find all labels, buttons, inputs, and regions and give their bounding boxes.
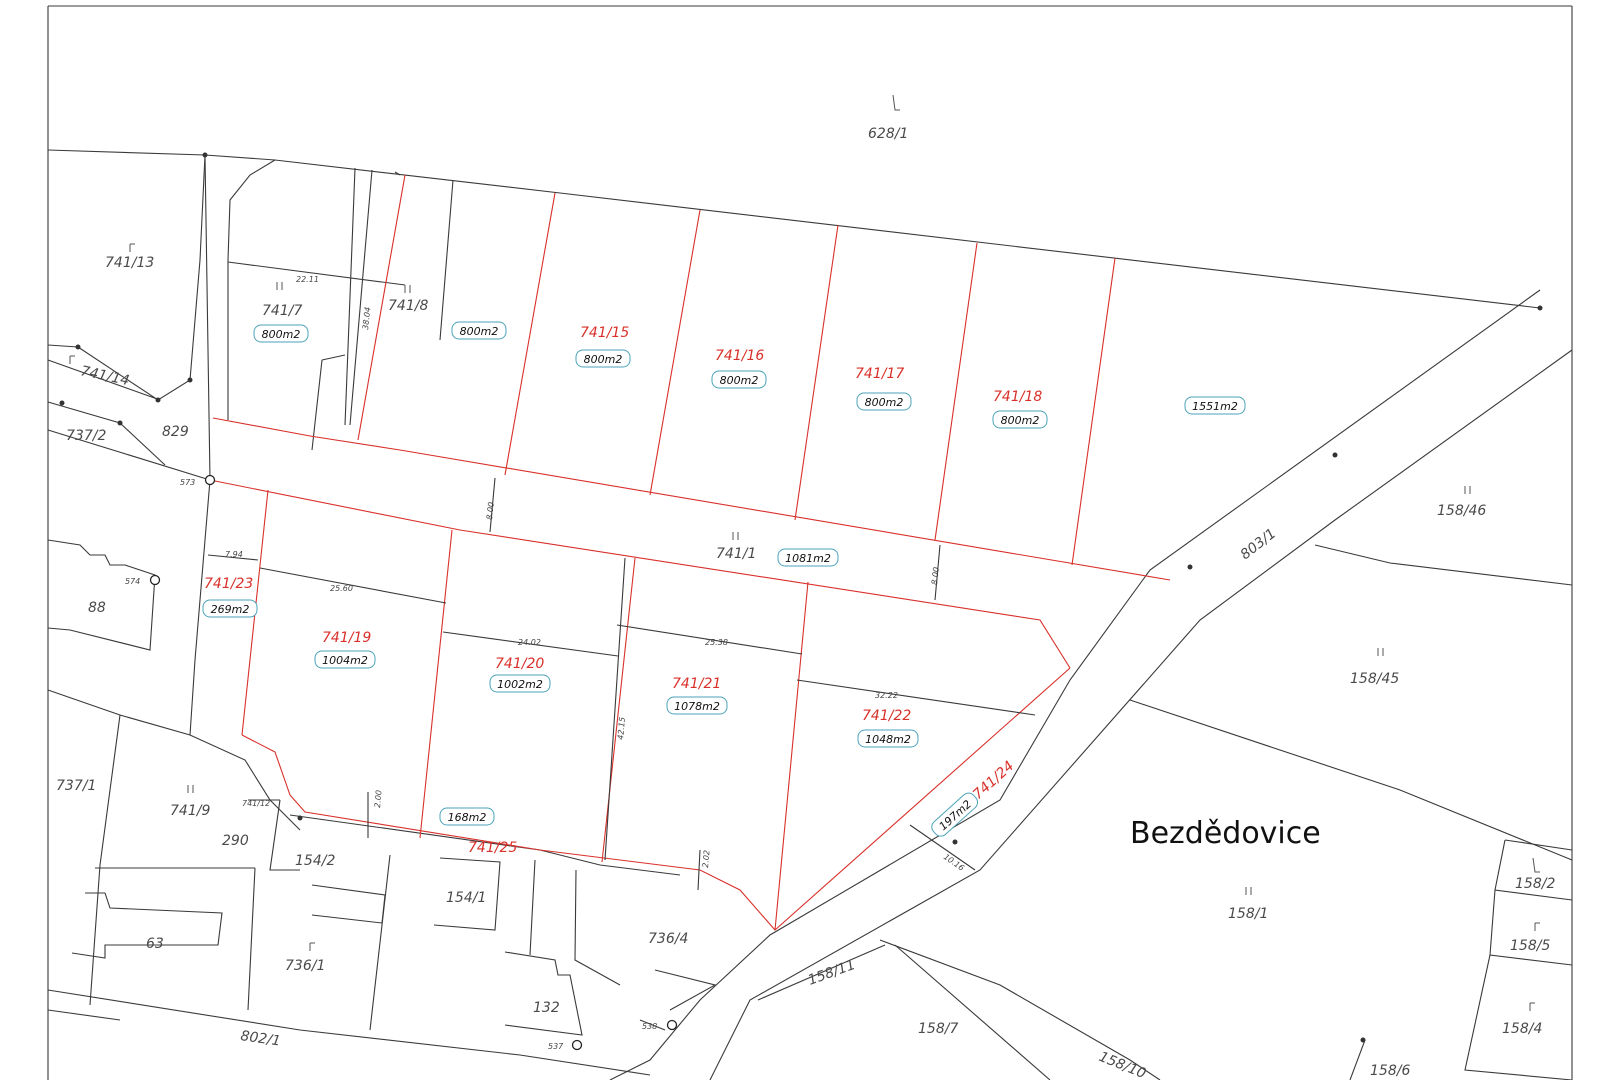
svg-text:800m2: 800m2 xyxy=(1001,414,1040,427)
svg-text:800m2: 800m2 xyxy=(584,353,623,366)
dimension-24-02: 24.02 xyxy=(518,638,541,647)
parcel-label-158-11: 158/11 xyxy=(806,957,858,989)
parcel-label-158-46: 158/46 xyxy=(1437,503,1486,519)
svg-text:1081m2: 1081m2 xyxy=(785,552,831,565)
parcel-label-158-1: 158/1 xyxy=(1228,906,1268,922)
map-frame xyxy=(47,5,1573,1080)
area-badge-741-7: 800m2 xyxy=(253,324,309,343)
dimension-2-02: 2.02 xyxy=(701,850,712,869)
point-label-537: 537 xyxy=(548,1042,564,1051)
parcel-label-829: 829 xyxy=(162,424,189,440)
parcel-label-736-1: 736/1 xyxy=(285,958,325,974)
svg-text:800m2: 800m2 xyxy=(262,328,301,341)
area-badge-741-20: 1002m2 xyxy=(489,674,551,693)
parcel-label-741-7: 741/7 xyxy=(262,303,302,319)
parcel-label-63: 63 xyxy=(146,936,164,952)
dimension-2-00: 2.00 xyxy=(373,790,384,809)
parcel-label-741-8: 741/8 xyxy=(388,298,428,314)
area-badge-741-16: 800m2 xyxy=(711,370,767,389)
parcel-label-158-10: 158/10 xyxy=(1097,1049,1149,1080)
parcel-label-154-1: 154/1 xyxy=(446,890,486,906)
parcel-label-736-4: 736/4 xyxy=(648,931,688,947)
svg-text:1048m2: 1048m2 xyxy=(865,733,911,746)
parcel-label-741-14: 741/14 xyxy=(79,363,131,389)
parcel-label-741-24: 741/24 xyxy=(970,758,1017,803)
survey-points xyxy=(149,474,678,1051)
parcel-label-741-17: 741/17 xyxy=(855,366,904,382)
area-badge-741-1: 1081m2 xyxy=(777,548,839,567)
parcel-label-132: 132 xyxy=(533,1000,560,1016)
area-badge-741-18: 800m2 xyxy=(992,410,1048,429)
area-badge-741-24: 197m2 xyxy=(931,792,979,837)
point-574-marker xyxy=(149,574,161,586)
parcel-label-154-2: 154/2 xyxy=(295,853,335,869)
parcel-label-802-1: 802/1 xyxy=(239,1028,281,1049)
parcel-label-158-2: 158/2 xyxy=(1515,876,1555,892)
parcel-label-88: 88 xyxy=(88,600,106,616)
area-badge-741-15: 800m2 xyxy=(575,349,631,368)
area-badge-741-21: 1078m2 xyxy=(666,696,728,715)
parcel-label-803-1: 803/1 xyxy=(1238,526,1280,563)
cadastral-map: 628/1 741/13 741/14 737/2 829 741/7 741/… xyxy=(47,5,1573,1080)
parcel-label-158-45: 158/45 xyxy=(1350,671,1399,687)
point-label-573: 573 xyxy=(180,478,195,487)
parcel-label-741-25: 741/25 xyxy=(468,840,517,856)
dimension-8-00-b: 8.00 xyxy=(930,567,941,586)
dimension-25-60: 25.60 xyxy=(330,584,353,593)
parcel-label-741-15: 741/15 xyxy=(580,325,629,341)
area-badge-741-19: 1004m2 xyxy=(314,650,376,669)
parcel-label-741-21: 741/21 xyxy=(672,676,721,692)
svg-text:800m2: 800m2 xyxy=(460,325,499,338)
area-badge-741-8: 800m2 xyxy=(451,321,507,340)
dimension-38-04: 38.04 xyxy=(361,306,372,330)
svg-text:1078m2: 1078m2 xyxy=(674,700,720,713)
parcel-label-158-5: 158/5 xyxy=(1510,938,1550,954)
dimension-22-11: 22.11 xyxy=(296,275,319,284)
area-labels: 800m2 800m2 800m2 800m2 800m2 800m2 1551… xyxy=(202,321,1246,837)
svg-text:269m2: 269m2 xyxy=(211,603,250,616)
svg-text:168m2: 168m2 xyxy=(448,811,487,824)
parcel-label-741-19: 741/19 xyxy=(322,630,371,646)
dimension-42-15: 42.15 xyxy=(616,717,627,741)
point-label-574: 574 xyxy=(125,577,140,586)
point-538-marker xyxy=(666,1019,678,1031)
parcel-label-737-1: 737/1 xyxy=(56,778,96,794)
parcel-label-628-1: 628/1 xyxy=(868,126,908,142)
dimension-lines xyxy=(207,169,1036,891)
point-label-538: 538 xyxy=(642,1022,657,1031)
area-badge-741-17: 800m2 xyxy=(856,392,912,411)
parcel-label-741-20: 741/20 xyxy=(495,656,544,672)
parcel-label-158-6: 158/6 xyxy=(1370,1063,1410,1079)
area-badge-east: 1551m2 xyxy=(1184,396,1246,415)
place-name: Bezdědovice xyxy=(1130,816,1321,851)
svg-text:800m2: 800m2 xyxy=(865,396,904,409)
dimension-8-00-a: 8.00 xyxy=(485,502,496,521)
parcel-label-290: 290 xyxy=(222,833,249,849)
parcel-label-741-18: 741/18 xyxy=(993,389,1042,405)
survey-point-labels: 573 574 537 538 xyxy=(125,478,657,1051)
dimension-32-22: 32.22 xyxy=(875,691,898,700)
point-537-marker xyxy=(571,1039,583,1051)
point-573-marker xyxy=(204,474,216,486)
parcel-label-158-4: 158/4 xyxy=(1502,1021,1542,1037)
parcel-label-741-9: 741/9 xyxy=(170,803,210,819)
proposed-boundaries xyxy=(209,174,1171,931)
parcel-label-741-23: 741/23 xyxy=(204,576,253,592)
svg-text:1004m2: 1004m2 xyxy=(322,654,368,667)
dimension-25-38: 25.38 xyxy=(705,638,728,647)
parcel-label-741-22: 741/22 xyxy=(862,708,911,724)
area-badge-741-22: 1048m2 xyxy=(857,729,919,748)
area-badge-741-23: 269m2 xyxy=(202,599,258,618)
area-badge-741-25: 168m2 xyxy=(439,807,495,826)
parcel-label-741-1: 741/1 xyxy=(716,546,756,562)
parcel-label-741-12: 741/12 xyxy=(242,799,270,808)
parcel-label-741-13: 741/13 xyxy=(105,255,154,271)
svg-text:1002m2: 1002m2 xyxy=(497,678,543,691)
parcel-label-158-7: 158/7 xyxy=(918,1021,958,1037)
svg-text:800m2: 800m2 xyxy=(720,374,759,387)
parcel-label-741-16: 741/16 xyxy=(715,348,764,364)
parcel-label-737-2: 737/2 xyxy=(66,428,106,444)
dimension-7-94: 7.94 xyxy=(225,550,243,559)
svg-text:1551m2: 1551m2 xyxy=(1192,400,1238,413)
